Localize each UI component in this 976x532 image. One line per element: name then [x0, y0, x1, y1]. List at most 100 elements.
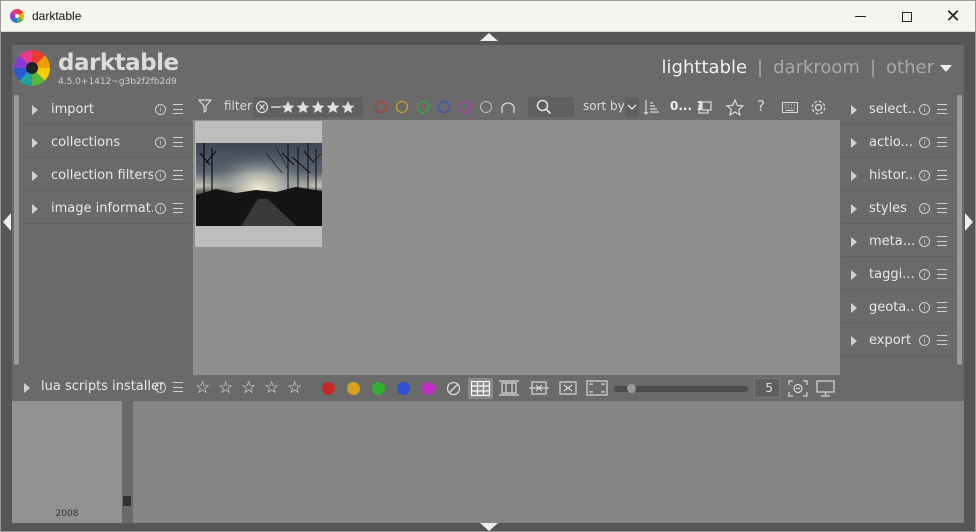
- info-icon[interactable]: i: [919, 137, 930, 148]
- color-filter-gray-icon[interactable]: [480, 101, 492, 113]
- sort-by-dropdown[interactable]: [625, 97, 639, 117]
- view-other[interactable]: other: [886, 57, 934, 78]
- thumbnail-cell[interactable]: [195, 121, 322, 247]
- info-icon[interactable]: i: [919, 335, 930, 346]
- rate-star-3-icon[interactable]: ☆: [241, 378, 256, 398]
- search-input[interactable]: [528, 97, 574, 117]
- layout-filemanager-button[interactable]: [468, 378, 493, 399]
- culling-fixed-layout-icon[interactable]: [528, 380, 550, 396]
- culling-dynamic-layout-icon[interactable]: [558, 380, 578, 396]
- module-collections[interactable]: collections i: [24, 128, 190, 158]
- presets-menu-icon[interactable]: [937, 203, 947, 213]
- color-filter-green-icon[interactable]: [417, 101, 429, 113]
- presets-menu-icon[interactable]: [173, 203, 183, 213]
- presets-menu-icon[interactable]: [937, 137, 947, 147]
- chevron-down-icon: [627, 104, 637, 110]
- module-tagging[interactable]: taggi... i: [842, 260, 954, 290]
- color-and-or-icon[interactable]: [500, 102, 516, 114]
- view-dropdown-chevron-icon[interactable]: [940, 65, 952, 72]
- timeline-panel[interactable]: 2008: [12, 401, 964, 523]
- module-metadata[interactable]: meta... i: [842, 227, 954, 257]
- presets-menu-icon[interactable]: [937, 170, 947, 180]
- rate-star-4-icon[interactable]: ☆: [264, 378, 279, 398]
- color-label-blue-button[interactable]: [397, 382, 410, 395]
- focus-peaking-icon[interactable]: [788, 380, 808, 397]
- timeline-year-column[interactable]: 2008: [12, 401, 122, 523]
- keyboard-shortcuts-icon[interactable]: [782, 102, 798, 113]
- module-lua-scripts-installer[interactable]: lua scripts installer i: [12, 375, 193, 401]
- expand-arrow-icon: [851, 303, 857, 313]
- module-styles[interactable]: styles i: [842, 194, 954, 224]
- darktable-logo-icon: [14, 50, 50, 86]
- presets-menu-icon[interactable]: [173, 170, 183, 180]
- right-panel-scrollbar[interactable]: [957, 95, 962, 365]
- presets-menu-icon[interactable]: [937, 269, 947, 279]
- maximize-button[interactable]: [884, 1, 930, 32]
- info-icon[interactable]: i: [155, 382, 166, 393]
- grouping-icon[interactable]: [698, 101, 714, 115]
- info-icon[interactable]: i: [155, 137, 166, 148]
- clear-color-labels-icon[interactable]: [446, 381, 461, 396]
- module-geotagging[interactable]: geota... i: [842, 293, 954, 323]
- info-icon[interactable]: i: [155, 203, 166, 214]
- info-icon[interactable]: i: [919, 302, 930, 313]
- collapse-right-panel-arrow-icon[interactable]: [965, 213, 973, 231]
- color-filter-blue-icon[interactable]: [438, 101, 450, 113]
- presets-menu-icon[interactable]: [173, 137, 183, 147]
- presets-menu-icon[interactable]: [173, 382, 183, 392]
- expand-arrow-icon: [851, 171, 857, 181]
- rating-filter[interactable]: [253, 97, 363, 117]
- color-label-purple-button[interactable]: [422, 382, 435, 395]
- thumbnails-per-row-input[interactable]: 5: [754, 378, 780, 398]
- color-label-yellow-button[interactable]: [347, 382, 360, 395]
- collapse-top-panel-arrow-icon[interactable]: [480, 33, 498, 41]
- presets-menu-icon[interactable]: [937, 302, 947, 312]
- rate-star-5-icon[interactable]: ☆: [287, 378, 302, 398]
- presets-menu-icon[interactable]: [937, 104, 947, 114]
- full-preview-layout-icon[interactable]: [586, 380, 608, 396]
- module-import[interactable]: import i: [24, 95, 190, 125]
- module-image-information[interactable]: image informat... i: [24, 194, 190, 224]
- collapse-left-panel-arrow-icon[interactable]: [3, 213, 11, 231]
- sort-order-icon[interactable]: [643, 99, 659, 116]
- module-export[interactable]: export i: [842, 326, 954, 356]
- info-icon[interactable]: i: [919, 104, 930, 115]
- preferences-gear-icon[interactable]: [810, 99, 827, 116]
- timeline-year-label: 2008: [55, 509, 79, 519]
- module-collection-filters[interactable]: collection filters i: [24, 161, 190, 191]
- color-label-red-button[interactable]: [322, 382, 335, 395]
- overlay-star-icon[interactable]: [726, 99, 744, 116]
- minimize-button[interactable]: [837, 1, 883, 32]
- rate-star-1-icon[interactable]: ☆: [195, 378, 210, 398]
- thumbnail-image[interactable]: [196, 143, 322, 226]
- presets-menu-icon[interactable]: [937, 236, 947, 246]
- view-darkroom[interactable]: darkroom: [773, 57, 860, 78]
- display-profile-icon[interactable]: [816, 380, 835, 397]
- presets-menu-icon[interactable]: [173, 104, 183, 114]
- presets-menu-icon[interactable]: [937, 335, 947, 345]
- left-panel-scrollbar[interactable]: [14, 95, 19, 365]
- info-icon[interactable]: i: [919, 170, 930, 181]
- info-icon[interactable]: i: [919, 203, 930, 214]
- module-history-stack[interactable]: histor... i: [842, 161, 954, 191]
- module-label: histor...: [869, 168, 915, 183]
- color-filter-yellow-icon[interactable]: [396, 101, 408, 113]
- info-icon[interactable]: i: [919, 269, 930, 280]
- info-icon[interactable]: i: [155, 104, 166, 115]
- collapse-bottom-panel-arrow-icon[interactable]: [480, 523, 498, 531]
- info-icon[interactable]: i: [155, 170, 166, 181]
- color-label-green-button[interactable]: [372, 382, 385, 395]
- bottom-toolbar: ☆ ☆ ☆ ☆ ☆ 5: [193, 375, 840, 401]
- module-selected-images[interactable]: select... i: [842, 95, 954, 125]
- rate-star-2-icon[interactable]: ☆: [218, 378, 233, 398]
- zoomable-layout-icon[interactable]: [498, 380, 520, 396]
- darktable-window: darktable ✕ darktable 4.5.0+1412~g3b2f2f…: [0, 0, 976, 532]
- close-button[interactable]: ✕: [930, 1, 976, 32]
- filter-icon[interactable]: [198, 99, 212, 113]
- color-filter-purple-icon[interactable]: [459, 101, 471, 113]
- help-icon[interactable]: ?: [757, 97, 765, 115]
- info-icon[interactable]: i: [919, 236, 930, 247]
- module-actions-on-selection[interactable]: actio... i: [842, 128, 954, 158]
- color-filter-red-icon[interactable]: [375, 101, 387, 113]
- view-lighttable[interactable]: lighttable: [662, 57, 747, 78]
